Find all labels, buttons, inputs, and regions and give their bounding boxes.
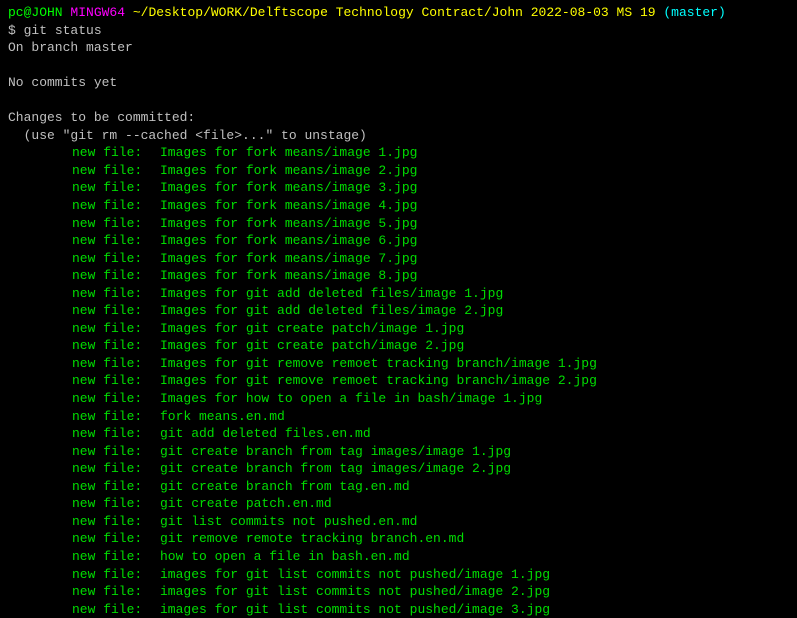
file-path: git create branch from tag.en.md <box>160 479 410 494</box>
file-path: Images for git create patch/image 2.jpg <box>160 338 464 353</box>
file-path: git create branch from tag images/image … <box>160 461 511 476</box>
command-line: $ git status <box>8 22 789 40</box>
command-symbol: $ <box>8 23 16 38</box>
file-status: new file: <box>72 285 160 303</box>
file-status: new file: <box>72 250 160 268</box>
file-entry: new file:Images for fork means/image 1.j… <box>8 144 789 162</box>
file-status: new file: <box>72 583 160 601</box>
file-entry: new file:Images for fork means/image 3.j… <box>8 179 789 197</box>
file-path: Images for fork means/image 6.jpg <box>160 233 417 248</box>
blank-line <box>8 57 789 75</box>
prompt-path: /Desktop/WORK/Delftscope Technology Cont… <box>141 5 656 20</box>
file-status: new file: <box>72 495 160 513</box>
file-entry: new file:Images for git add deleted file… <box>8 285 789 303</box>
changes-header: Changes to be committed: <box>8 109 789 127</box>
unstage-hint: (use "git rm --cached <file>..." to unst… <box>8 127 789 145</box>
prompt-branch-close: ) <box>718 5 726 20</box>
file-status: new file: <box>72 302 160 320</box>
file-status: new file: <box>72 372 160 390</box>
file-status: new file: <box>72 390 160 408</box>
file-entry: new file:fork means.en.md <box>8 408 789 426</box>
file-entry: new file:Images for fork means/image 6.j… <box>8 232 789 250</box>
file-path: Images for how to open a file in bash/im… <box>160 391 542 406</box>
file-path: Images for fork means/image 3.jpg <box>160 180 417 195</box>
file-path: images for git list commits not pushed/i… <box>160 584 550 599</box>
prompt-user: pc@JOHN <box>8 5 63 20</box>
file-status: new file: <box>72 215 160 233</box>
file-path: Images for fork means/image 4.jpg <box>160 198 417 213</box>
file-path: Images for git remove remoet tracking br… <box>160 373 597 388</box>
file-status: new file: <box>72 162 160 180</box>
file-status: new file: <box>72 408 160 426</box>
file-path: git create branch from tag images/image … <box>160 444 511 459</box>
file-entry: new file:Images for git remove remoet tr… <box>8 372 789 390</box>
file-path: Images for fork means/image 8.jpg <box>160 268 417 283</box>
file-path: git remove remote tracking branch.en.md <box>160 531 464 546</box>
file-entry: new file:Images for fork means/image 4.j… <box>8 197 789 215</box>
file-status: new file: <box>72 425 160 443</box>
file-entry: new file:Images for fork means/image 2.j… <box>8 162 789 180</box>
file-status: new file: <box>72 513 160 531</box>
file-path: Images for git add deleted files/image 1… <box>160 286 503 301</box>
file-status: new file: <box>72 601 160 618</box>
file-entry: new file:Images for git create patch/ima… <box>8 337 789 355</box>
prompt-branch: master <box>671 5 718 20</box>
file-path: Images for git create patch/image 1.jpg <box>160 321 464 336</box>
file-path: how to open a file in bash.en.md <box>160 549 410 564</box>
file-entry: new file:Images for how to open a file i… <box>8 390 789 408</box>
file-path: Images for fork means/image 7.jpg <box>160 251 417 266</box>
file-path: Images for git remove remoet tracking br… <box>160 356 597 371</box>
file-status: new file: <box>72 566 160 584</box>
file-status: new file: <box>72 460 160 478</box>
file-entry: new file:git list commits not pushed.en.… <box>8 513 789 531</box>
file-status: new file: <box>72 232 160 250</box>
prompt-branch-open: ( <box>663 5 671 20</box>
file-entry: new file:Images for git remove remoet tr… <box>8 355 789 373</box>
file-status: new file: <box>72 337 160 355</box>
file-path: Images for git add deleted files/image 2… <box>160 303 503 318</box>
file-status: new file: <box>72 355 160 373</box>
prompt-env: MINGW64 <box>70 5 125 20</box>
file-entry: new file:Images for fork means/image 5.j… <box>8 215 789 233</box>
file-path: git add deleted files.en.md <box>160 426 371 441</box>
file-entry: new file:git create branch from tag imag… <box>8 460 789 478</box>
file-status: new file: <box>72 197 160 215</box>
no-commits-line: No commits yet <box>8 74 789 92</box>
file-status: new file: <box>72 530 160 548</box>
command-text: git status <box>24 23 102 38</box>
file-path: git list commits not pushed.en.md <box>160 514 417 529</box>
prompt-tilde: ~ <box>133 5 141 20</box>
file-entry: new file:images for git list commits not… <box>8 566 789 584</box>
file-path: images for git list commits not pushed/i… <box>160 602 550 617</box>
file-list: new file:Images for fork means/image 1.j… <box>8 144 789 618</box>
file-status: new file: <box>72 179 160 197</box>
file-entry: new file:images for git list commits not… <box>8 583 789 601</box>
file-path: fork means.en.md <box>160 409 285 424</box>
on-branch-line: On branch master <box>8 39 789 57</box>
file-status: new file: <box>72 144 160 162</box>
file-entry: new file:how to open a file in bash.en.m… <box>8 548 789 566</box>
file-status: new file: <box>72 267 160 285</box>
file-entry: new file:git create patch.en.md <box>8 495 789 513</box>
file-path: images for git list commits not pushed/i… <box>160 567 550 582</box>
file-status: new file: <box>72 443 160 461</box>
file-entry: new file:images for git list commits not… <box>8 601 789 618</box>
file-entry: new file:git create branch from tag.en.m… <box>8 478 789 496</box>
file-entry: new file:Images for git add deleted file… <box>8 302 789 320</box>
file-entry: new file:git remove remote tracking bran… <box>8 530 789 548</box>
file-status: new file: <box>72 548 160 566</box>
file-status: new file: <box>72 478 160 496</box>
terminal-prompt: pc@JOHN MINGW64 ~/Desktop/WORK/Delftscop… <box>8 4 789 22</box>
file-path: Images for fork means/image 5.jpg <box>160 216 417 231</box>
file-entry: new file:Images for fork means/image 7.j… <box>8 250 789 268</box>
blank-line <box>8 92 789 110</box>
file-status: new file: <box>72 320 160 338</box>
file-path: Images for fork means/image 2.jpg <box>160 163 417 178</box>
file-path: git create patch.en.md <box>160 496 332 511</box>
file-entry: new file:Images for fork means/image 8.j… <box>8 267 789 285</box>
file-entry: new file:git create branch from tag imag… <box>8 443 789 461</box>
file-entry: new file:Images for git create patch/ima… <box>8 320 789 338</box>
file-entry: new file:git add deleted files.en.md <box>8 425 789 443</box>
file-path: Images for fork means/image 1.jpg <box>160 145 417 160</box>
